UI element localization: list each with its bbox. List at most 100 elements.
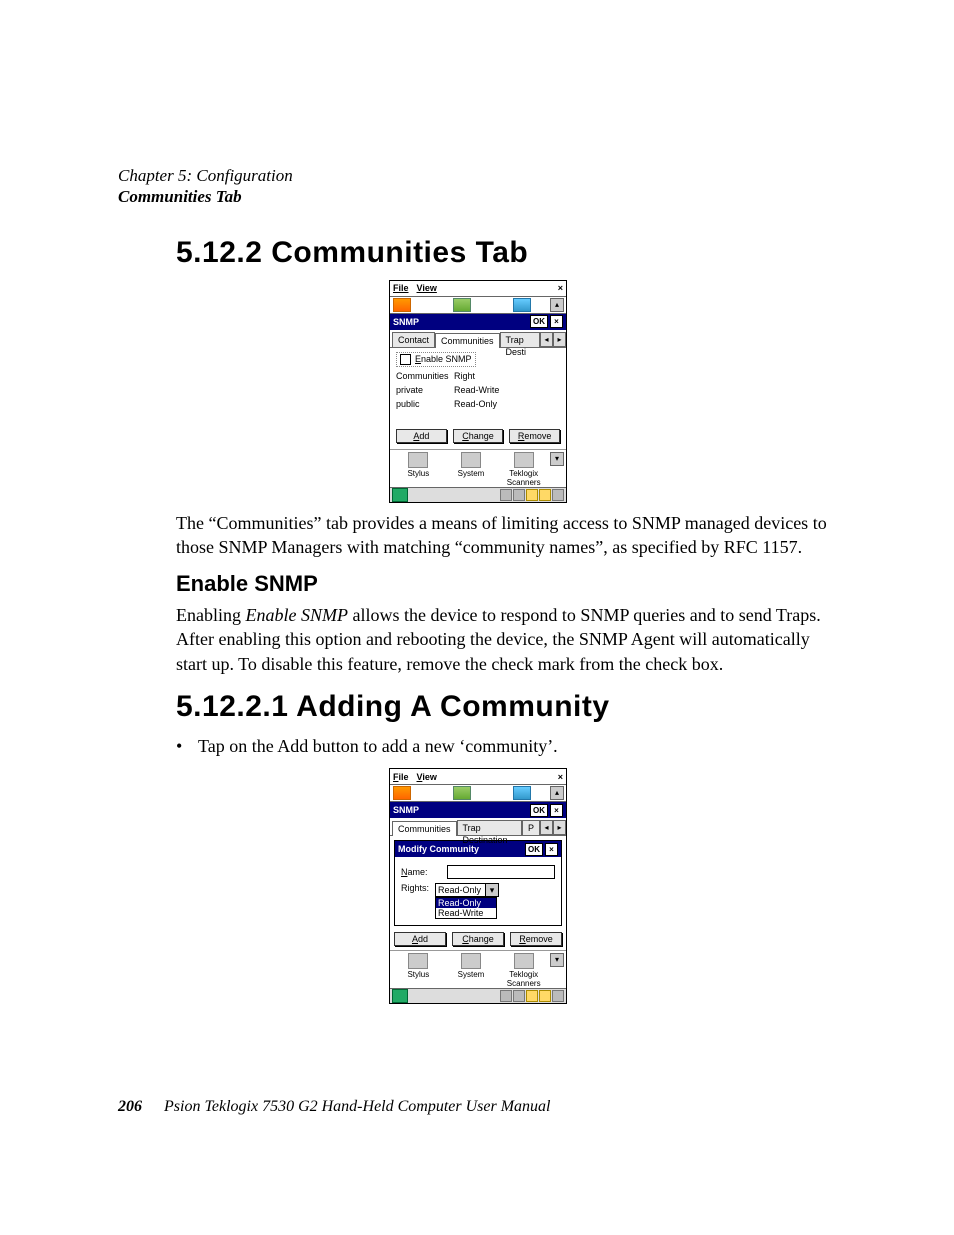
menubar: File View × [390,281,566,297]
tab-scroll-left-icon[interactable]: ◂ [540,820,553,835]
menu-view[interactable]: View [417,772,437,782]
heading-5-12-2-1: 5.12.2.1 Adding A Community [176,690,838,724]
body-paragraph: Enabling Enable SNMP allows the device t… [176,603,838,676]
screenshot-modify-community: File View × ▴ SNMP OK × Communities Trap… [389,768,567,1004]
tab-communities[interactable]: Communities [435,333,500,348]
chapter-line: Chapter 5: Configuration [118,165,838,186]
tray-icon[interactable] [513,990,525,1002]
name-label: Name: [401,867,441,877]
menu-view[interactable]: View [417,283,437,293]
remove-button[interactable]: Remove [509,429,560,443]
screenshot-communities-tab: File View × ▴ SNMP OK × Contact Communit… [389,280,567,503]
enable-snmp-checkbox[interactable]: Enable SNMP [396,352,476,367]
rights-dropdown-list[interactable]: Read-Only Read-Write [435,897,497,919]
add-button[interactable]: Add [394,932,446,946]
list-item[interactable]: public Read-Only [396,399,560,409]
name-input[interactable] [447,865,555,879]
tray-icon[interactable] [526,990,538,1002]
list-header: Communities Right [396,371,560,381]
toolbar-icon-3[interactable] [513,298,531,312]
footer-title: Psion Teklogix 7530 G2 Hand-Held Compute… [164,1098,551,1115]
system-tray [500,990,564,1002]
col-right: Right [454,371,560,381]
window-titlebar: SNMP OK × [390,802,566,818]
window-title: SNMP [393,805,419,815]
checkbox-icon [400,354,411,365]
taskbar [390,487,566,502]
close-icon[interactable]: × [558,283,563,293]
change-button[interactable]: Change [453,429,504,443]
icon-teklogix-scanners[interactable]: Teklogix Scanners [497,452,550,487]
toolbar-icon-2[interactable] [453,786,471,800]
system-tray [500,489,564,501]
titlebar-close-icon[interactable]: × [550,315,563,328]
page-footer: 206 Psion Teklogix 7530 G2 Hand-Held Com… [118,1098,551,1116]
col-communities: Communities [396,371,454,381]
tray-icon[interactable] [539,990,551,1002]
list-item[interactable]: private Read-Write [396,385,560,395]
scroll-down-icon[interactable]: ▾ [550,953,564,967]
scroll-down-icon[interactable]: ▾ [550,452,564,466]
dialog-close-icon[interactable]: × [545,843,558,856]
toolbar: ▴ [390,297,566,314]
tab-p[interactable]: P [522,820,540,835]
tray-icon[interactable] [539,489,551,501]
control-panel-icons: Stylus System Teklogix Scanners ▾ [390,449,566,487]
icon-system[interactable]: System [445,452,498,487]
ok-button[interactable]: OK [530,804,548,817]
taskbar [390,988,566,1003]
titlebar-close-icon[interactable]: × [550,804,563,817]
menu-file[interactable]: File [393,772,409,782]
change-button[interactable]: Change [452,932,504,946]
icon-stylus[interactable]: Stylus [392,452,445,487]
menu-file[interactable]: File [393,283,409,293]
page-number: 206 [118,1098,142,1115]
tabstrip: Communities Trap Destination P ◂ ▸ [390,818,566,836]
tab-scroll-right-icon[interactable]: ▸ [553,820,566,835]
option-read-only[interactable]: Read-Only [436,898,496,908]
tabstrip: Contact Communities Trap Desti ◂ ▸ [390,330,566,348]
tab-communities[interactable]: Communities [392,821,457,836]
dialog-title: Modify Community [398,844,479,854]
tab-pane: Enable SNMP Communities Right private Re… [390,348,566,449]
scroll-up-icon[interactable]: ▴ [550,298,564,312]
window-titlebar: SNMP OK × [390,314,566,330]
icon-teklogix-scanners[interactable]: Teklogix Scanners [497,953,550,988]
remove-button[interactable]: Remove [510,932,562,946]
toolbar-icon-2[interactable] [453,298,471,312]
start-button-icon[interactable] [392,989,408,1003]
tray-icon[interactable] [500,990,512,1002]
tray-icon[interactable] [526,489,538,501]
ok-button[interactable]: OK [525,843,543,856]
scroll-up-icon[interactable]: ▴ [550,786,564,800]
icon-stylus[interactable]: Stylus [392,953,445,988]
tab-trap-destination[interactable]: Trap Desti [500,332,540,347]
tab-scroll-right-icon[interactable]: ▸ [553,332,566,347]
tray-icon[interactable] [500,489,512,501]
menubar: File View × [390,769,566,785]
tab-scroll-left-icon[interactable]: ◂ [540,332,553,347]
start-button-icon[interactable] [392,488,408,502]
toolbar-icon-1[interactable] [393,786,411,800]
toolbar-icon-1[interactable] [393,298,411,312]
control-panel-icons: Stylus System Teklogix Scanners ▾ [390,950,566,988]
modify-community-dialog: Modify Community OK × Name: Rights: Read… [394,840,562,926]
ok-button[interactable]: OK [530,315,548,328]
rights-label: Rights: [401,883,429,893]
tab-trap-destination[interactable]: Trap Destination [457,820,522,835]
section-line: Communities Tab [118,186,838,207]
toolbar-icon-3[interactable] [513,786,531,800]
option-read-write[interactable]: Read-Write [436,908,496,918]
tray-icon[interactable] [513,489,525,501]
tray-icon[interactable] [552,990,564,1002]
heading-enable-snmp: Enable SNMP [176,571,838,597]
chevron-down-icon: ▾ [485,884,498,896]
toolbar: ▴ [390,785,566,802]
tray-icon[interactable] [552,489,564,501]
icon-system[interactable]: System [445,953,498,988]
close-icon[interactable]: × [558,772,563,782]
tab-contact[interactable]: Contact [392,332,435,347]
bullet-item: Tap on the Add button to add a new ‘comm… [198,734,838,758]
rights-dropdown[interactable]: Read-Only ▾ [435,883,499,897]
add-button[interactable]: Add [396,429,447,443]
